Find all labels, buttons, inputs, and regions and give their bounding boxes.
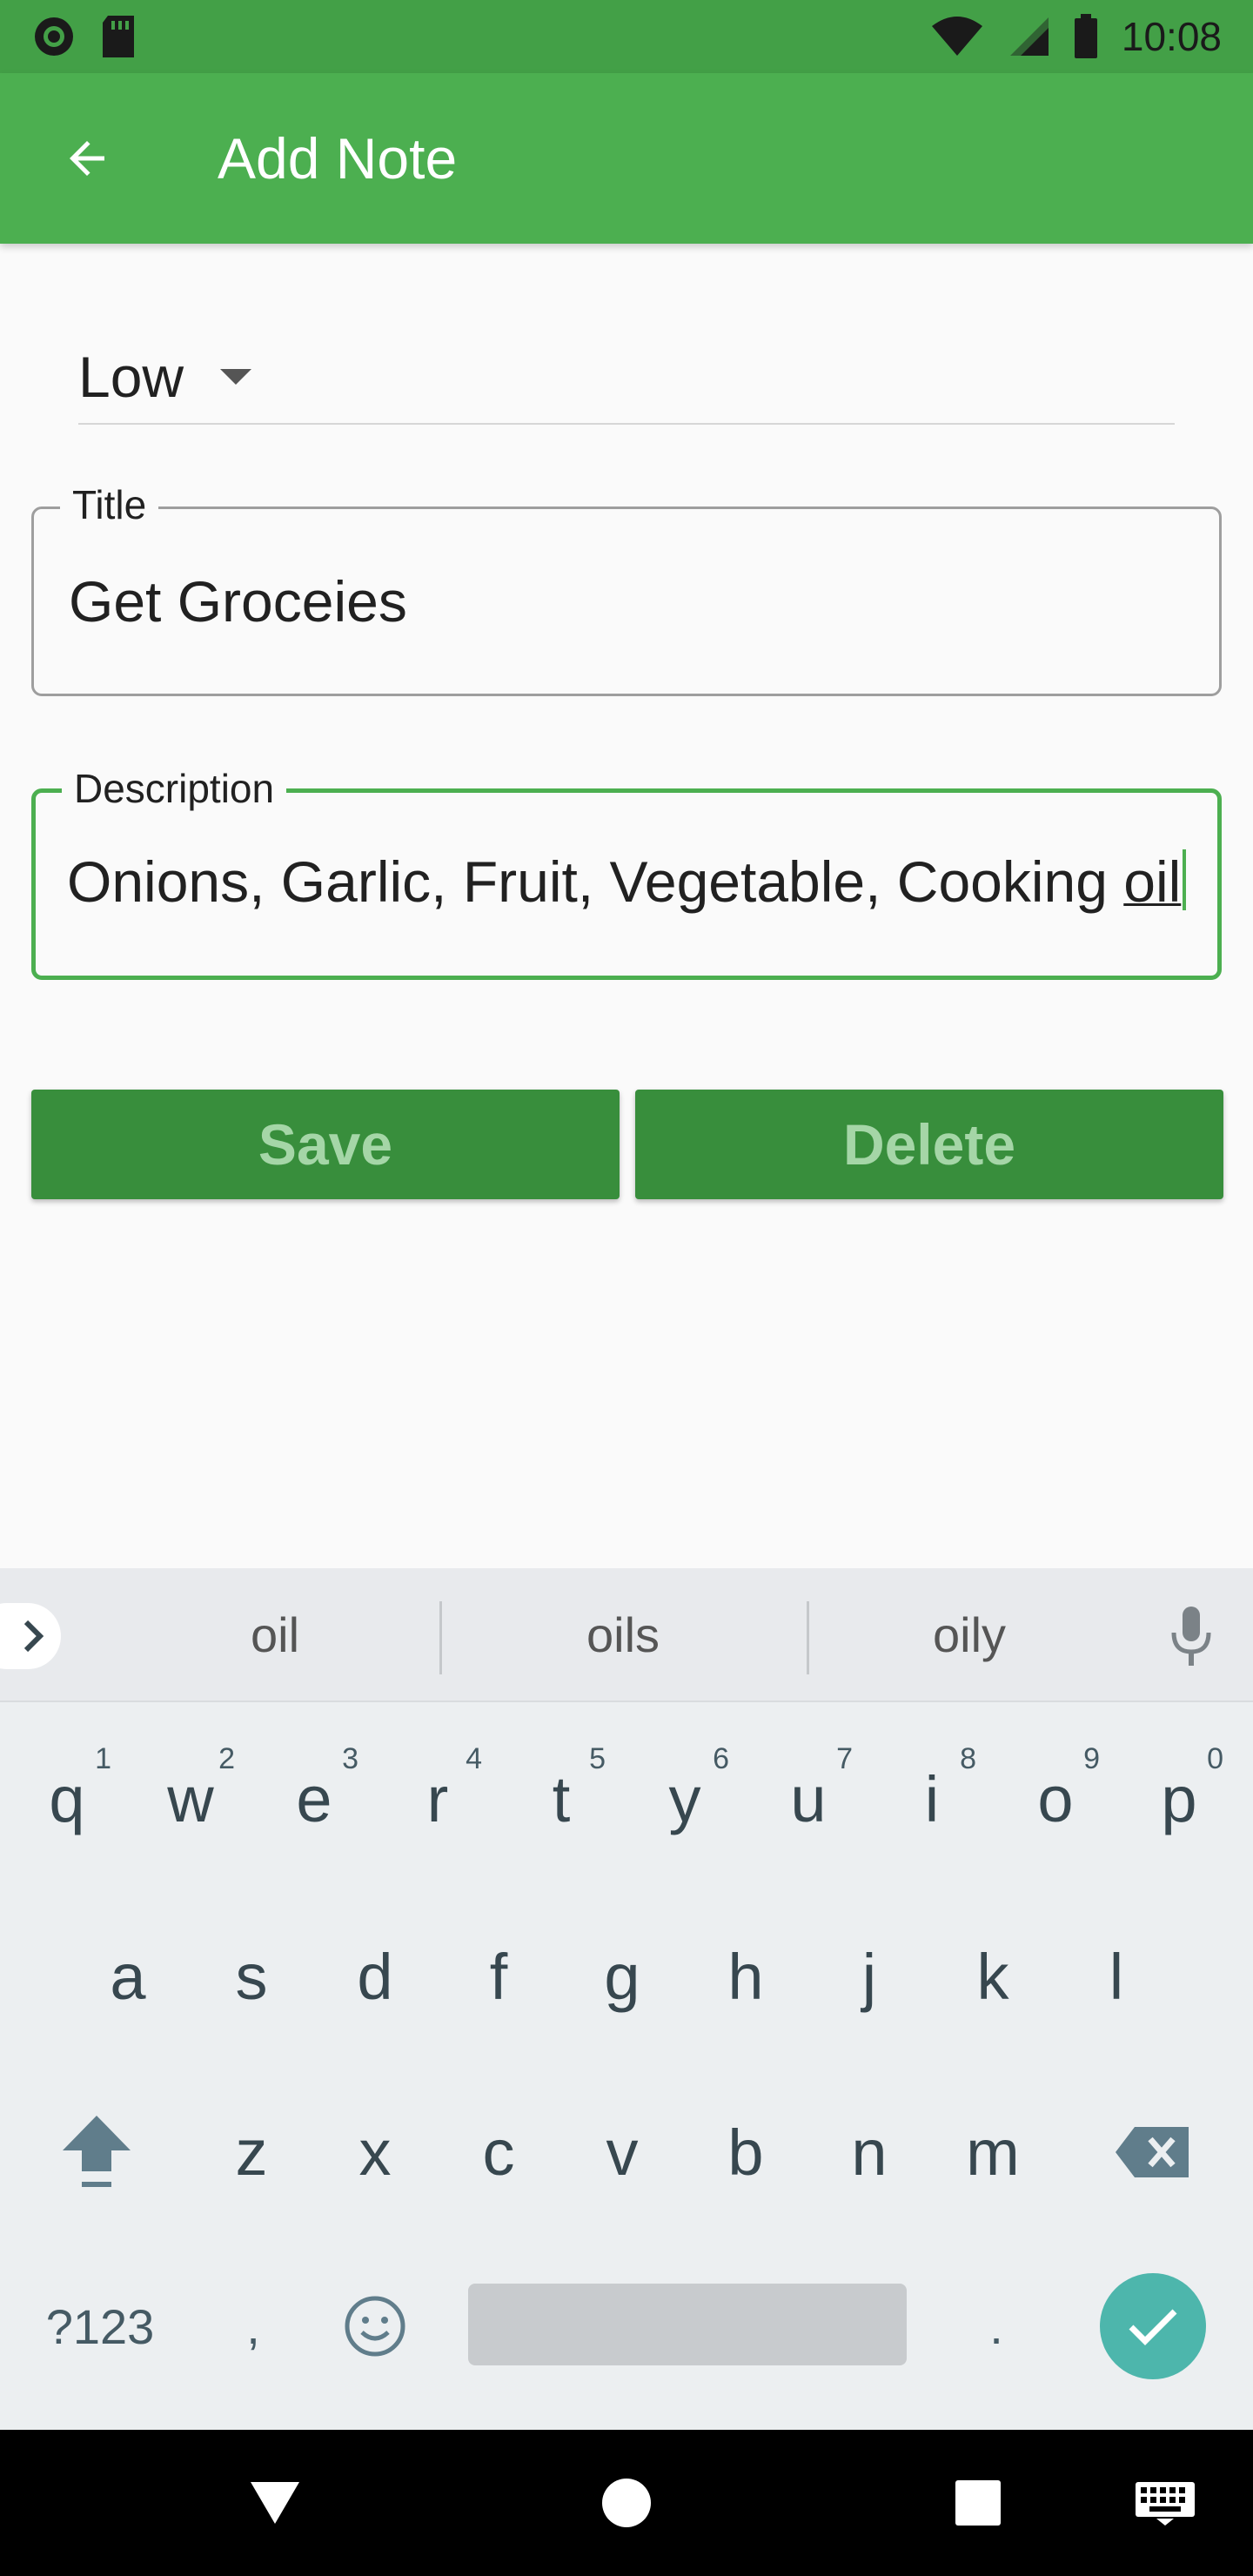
key-z[interactable]: z xyxy=(193,2087,310,2217)
key-y[interactable]: y6 xyxy=(626,1734,743,1864)
suggestion-3[interactable]: oily xyxy=(839,1607,1100,1663)
key-q[interactable]: q1 xyxy=(9,1734,125,1864)
suggestion-expand-button[interactable] xyxy=(0,1603,61,1669)
keyboard-switch-button[interactable] xyxy=(1126,2468,1204,2538)
key-d[interactable]: d xyxy=(317,1911,433,2042)
title-field-label: Title xyxy=(60,481,159,528)
suggestion-strip: oil oils oily xyxy=(0,1568,1253,1702)
wifi-icon xyxy=(931,17,982,56)
description-input[interactable]: Onions, Garlic, Fruit, Vegetable, Cookin… xyxy=(67,849,1186,915)
backspace-icon xyxy=(1116,2127,1189,2177)
description-field-label: Description xyxy=(62,765,287,812)
key-k[interactable]: k xyxy=(935,1911,1051,2042)
key-b[interactable]: b xyxy=(687,2087,804,2217)
sync-status-icon xyxy=(35,17,73,56)
description-composing-word: oil xyxy=(1123,849,1182,914)
soft-keyboard: oil oils oily q1 w2 e3 r4 t5 y6 u7 i8 o9… xyxy=(0,1568,1253,2430)
home-circle-icon xyxy=(602,2479,651,2527)
description-field[interactable]: Description Onions, Garlic, Fruit, Veget… xyxy=(31,765,1222,980)
voice-input-button[interactable] xyxy=(1168,1605,1215,1673)
symbols-key[interactable]: ?123 xyxy=(26,2261,174,2392)
key-g[interactable]: g xyxy=(564,1911,680,2042)
key-u[interactable]: u7 xyxy=(750,1734,867,1864)
app-bar: Add Note xyxy=(0,73,1253,244)
nav-recents-button[interactable] xyxy=(943,2468,1013,2538)
backspace-key[interactable] xyxy=(1095,2087,1211,2217)
status-left xyxy=(31,14,137,59)
done-key[interactable] xyxy=(1100,2273,1206,2379)
key-j[interactable]: j xyxy=(811,1911,928,2042)
key-n[interactable]: n xyxy=(811,2087,928,2217)
save-button[interactable]: Save xyxy=(31,1090,620,1199)
key-r[interactable]: r4 xyxy=(379,1734,496,1864)
key-p[interactable]: p0 xyxy=(1121,1734,1237,1864)
key-h[interactable]: h xyxy=(687,1911,804,2042)
key-w[interactable]: w2 xyxy=(132,1734,249,1864)
back-button[interactable] xyxy=(35,106,139,211)
status-time: 10:08 xyxy=(1121,14,1222,59)
key-s[interactable]: s xyxy=(193,1911,310,2042)
status-right: 10:08 xyxy=(930,13,1222,60)
key-v[interactable]: v xyxy=(564,2087,680,2217)
key-l[interactable]: l xyxy=(1058,1911,1175,2042)
nav-back-button[interactable] xyxy=(240,2468,310,2538)
battery-icon xyxy=(1074,14,1097,58)
microphone-icon xyxy=(1171,1607,1211,1666)
arrow-back-icon xyxy=(70,141,104,176)
key-i[interactable]: i8 xyxy=(874,1734,990,1864)
status-bar: 10:08 xyxy=(0,0,1253,73)
priority-selected-value: Low xyxy=(78,345,184,409)
recents-square-icon xyxy=(955,2480,1001,2526)
text-cursor xyxy=(1183,849,1186,910)
emoji-key[interactable] xyxy=(317,2261,433,2392)
key-e[interactable]: e3 xyxy=(256,1734,372,1864)
key-c[interactable]: c xyxy=(440,2087,557,2217)
priority-dropdown[interactable]: Low xyxy=(78,331,1175,425)
delete-button[interactable]: Delete xyxy=(635,1090,1223,1199)
sd-card-icon xyxy=(103,16,134,57)
emoji-icon xyxy=(345,2296,405,2357)
checkmark-icon xyxy=(1129,2309,1177,2345)
key-m[interactable]: m xyxy=(935,2087,1051,2217)
keyboard-icon xyxy=(1136,2482,1195,2526)
nav-back-icon xyxy=(251,2482,299,2524)
key-o[interactable]: o9 xyxy=(997,1734,1114,1864)
page-title: Add Note xyxy=(218,126,458,191)
shift-icon xyxy=(63,2116,131,2187)
navigation-bar xyxy=(0,2430,1253,2576)
period-key[interactable]: . xyxy=(938,2261,1055,2392)
key-f[interactable]: f xyxy=(440,1911,557,2042)
key-t[interactable]: t5 xyxy=(503,1734,620,1864)
shift-key[interactable] xyxy=(38,2087,155,2217)
comma-key[interactable]: , xyxy=(195,2261,312,2392)
title-field[interactable]: Title Get Groceies xyxy=(31,481,1222,696)
suggestion-1[interactable]: oil xyxy=(144,1607,405,1663)
dropdown-arrow-icon xyxy=(220,369,252,385)
signal-icon xyxy=(1009,17,1049,56)
description-text: Onions, Garlic, Fruit, Vegetable, Cookin… xyxy=(67,849,1124,914)
key-a[interactable]: a xyxy=(70,1911,186,2042)
suggestion-divider xyxy=(807,1601,809,1674)
chevron-right-icon xyxy=(23,1620,44,1653)
nav-home-button[interactable] xyxy=(592,2468,661,2538)
suggestion-divider xyxy=(439,1601,442,1674)
title-input[interactable]: Get Groceies xyxy=(69,568,407,634)
suggestion-2[interactable]: oils xyxy=(492,1607,754,1663)
key-x[interactable]: x xyxy=(317,2087,433,2217)
space-key[interactable] xyxy=(468,2284,907,2365)
